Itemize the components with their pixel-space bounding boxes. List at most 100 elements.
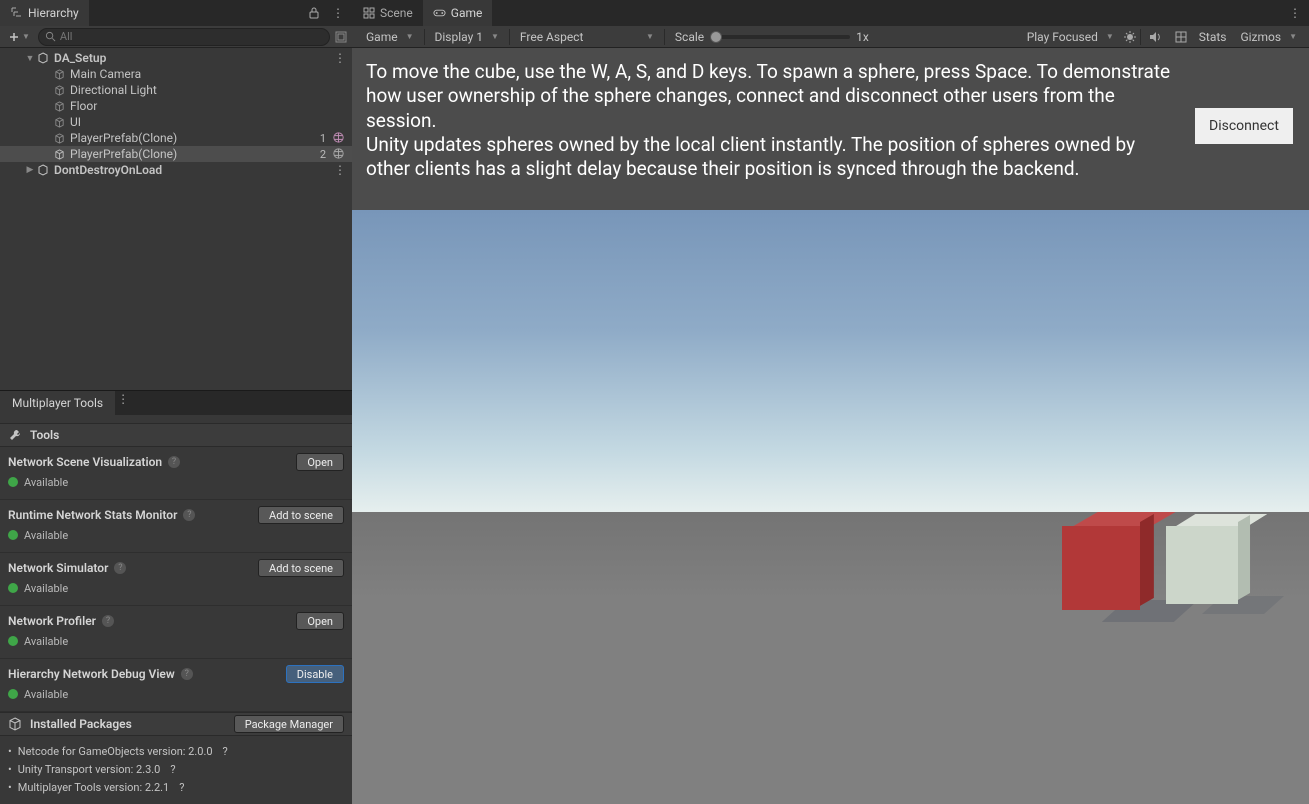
kebab-icon[interactable]: ⋮	[1287, 5, 1303, 21]
create-dropdown[interactable]: ▼	[4, 31, 34, 43]
hierarchy-item[interactable]: UI	[0, 114, 352, 130]
filter-icon[interactable]	[334, 30, 348, 44]
sky-background	[352, 210, 1309, 512]
tab-scene[interactable]: Scene	[352, 0, 423, 26]
audio-icon[interactable]	[1147, 29, 1163, 45]
scale-slider[interactable]	[710, 35, 850, 39]
kebab-icon[interactable]: ⋮	[115, 391, 131, 407]
gizmos-dropdown[interactable]: Gizmos▼	[1236, 27, 1299, 47]
tab-hierarchy[interactable]: Hierarchy	[0, 0, 89, 26]
help-icon[interactable]: ?	[102, 615, 114, 627]
cube-icon	[52, 83, 66, 97]
tool-status: Available	[24, 582, 68, 595]
instructions-text-1: To move the cube, use the W, A, S, and D…	[366, 60, 1173, 133]
kebab-icon[interactable]: ⋮	[334, 51, 346, 65]
status-dot-icon	[8, 583, 18, 593]
tool-action-button[interactable]: Disable	[286, 665, 344, 683]
tab-multiplayer-tools[interactable]: Multiplayer Tools	[0, 391, 115, 415]
help-icon[interactable]: ?	[170, 763, 175, 776]
scene-dontdestroy[interactable]: ▶ DontDestroyOnLoad ⋮	[0, 162, 352, 178]
unity-logo-icon	[36, 163, 50, 177]
hierarchy-item-prefab-selected[interactable]: PlayerPrefab(Clone) 2	[0, 146, 352, 162]
tool-name: Hierarchy Network Debug View	[8, 667, 175, 681]
hierarchy-item[interactable]: Directional Light	[0, 82, 352, 98]
package-item: Netcode for GameObjects version: 2.0.0?	[8, 742, 344, 760]
tool-status: Available	[24, 688, 68, 701]
scene-icon	[362, 7, 375, 20]
grid-icon[interactable]	[1173, 29, 1189, 45]
tool-name: Network Simulator	[8, 561, 108, 575]
scene-root[interactable]: ▼ DA_Setup ⋮	[0, 50, 352, 66]
tool-action-button[interactable]: Add to scene	[258, 559, 344, 577]
hierarchy-item[interactable]: Main Camera	[0, 66, 352, 82]
hierarchy-tree: ▼ DA_Setup ⋮ Main Camera Directional Lig…	[0, 48, 352, 390]
tool-status: Available	[24, 529, 68, 542]
tools-section-header: Tools	[0, 423, 352, 447]
tool-name: Network Profiler	[8, 614, 96, 628]
expand-arrow-icon[interactable]: ▼	[24, 53, 36, 64]
status-dot-icon	[8, 477, 18, 487]
gamepad-icon	[433, 7, 446, 20]
tool-status: Available	[24, 635, 68, 648]
multiplayer-tools-panel: Multiplayer Tools ⋮ Tools Network Scene …	[0, 390, 352, 804]
hierarchy-tab-bar: Hierarchy ⋮	[0, 0, 352, 26]
game-view[interactable]: To move the cube, use the W, A, S, and D…	[352, 48, 1309, 804]
tool-name: Network Scene Visualization	[8, 455, 162, 469]
mpt-tab-bar: Multiplayer Tools ⋮	[0, 391, 352, 415]
scene-game-tab-bar: Scene Game ⋮	[352, 0, 1309, 26]
packages-section-header: Installed Packages Package Manager	[0, 712, 352, 736]
status-dot-icon	[8, 689, 18, 699]
display-dropdown[interactable]: Display 1▼	[427, 27, 507, 47]
kebab-icon[interactable]: ⋮	[334, 163, 346, 177]
unity-logo-icon	[36, 51, 50, 65]
game-toolbar: Game▼ Display 1▼ Free Aspect▼ Scale 1x P…	[352, 26, 1309, 48]
package-manager-button[interactable]: Package Manager	[234, 715, 344, 733]
package-icon	[8, 717, 22, 731]
cube-icon	[52, 115, 66, 129]
tool-action-button[interactable]: Open	[296, 453, 344, 471]
package-item: Unity Transport version: 2.3.0?	[8, 760, 344, 778]
hierarchy-item[interactable]: Floor	[0, 98, 352, 114]
help-icon[interactable]: ?	[223, 745, 228, 758]
status-dot-icon	[8, 636, 18, 646]
network-icon	[332, 131, 346, 145]
hierarchy-search[interactable]	[38, 28, 330, 46]
player-cube-red	[1062, 526, 1144, 608]
game-mode-dropdown[interactable]: Game▼	[358, 27, 422, 47]
status-dot-icon	[8, 530, 18, 540]
help-icon[interactable]: ?	[183, 509, 195, 521]
kebab-icon[interactable]: ⋮	[330, 5, 346, 21]
player-cube-grey	[1166, 526, 1244, 604]
tool-action-button[interactable]: Add to scene	[258, 506, 344, 524]
wrench-icon	[8, 428, 22, 442]
hierarchy-toolbar: ▼	[0, 26, 352, 48]
cube-icon	[52, 147, 66, 161]
scale-control[interactable]: Scale 1x	[667, 30, 877, 44]
network-icon	[332, 147, 346, 161]
instruction-overlay: To move the cube, use the W, A, S, and D…	[352, 48, 1309, 210]
cube-icon	[52, 99, 66, 113]
tab-game[interactable]: Game	[423, 0, 493, 26]
aspect-dropdown[interactable]: Free Aspect▼	[512, 27, 662, 47]
help-icon[interactable]: ?	[114, 562, 126, 574]
tool-status: Available	[24, 476, 68, 489]
tab-hierarchy-label: Hierarchy	[28, 6, 79, 20]
lock-icon[interactable]	[306, 5, 322, 21]
help-icon[interactable]: ?	[181, 668, 193, 680]
disconnect-button[interactable]: Disconnect	[1195, 108, 1293, 144]
instructions-text-2: Unity updates spheres owned by the local…	[366, 133, 1173, 182]
cube-icon	[52, 131, 66, 145]
play-focused-dropdown[interactable]: Play Focused▼	[1019, 27, 1122, 47]
help-icon[interactable]: ?	[179, 781, 184, 794]
tool-action-button[interactable]: Open	[296, 612, 344, 630]
package-list: Netcode for GameObjects version: 2.0.0?U…	[0, 736, 352, 804]
lighting-icon[interactable]	[1122, 29, 1138, 45]
expand-arrow-icon[interactable]: ▶	[24, 165, 36, 175]
package-item: Multiplayer Tools version: 2.2.1?	[8, 778, 344, 796]
search-input[interactable]	[60, 30, 323, 43]
cube-icon	[52, 67, 66, 81]
hierarchy-item-prefab[interactable]: PlayerPrefab(Clone) 1	[0, 130, 352, 146]
stats-toggle[interactable]: Stats	[1199, 30, 1227, 44]
hierarchy-icon	[10, 7, 23, 20]
help-icon[interactable]: ?	[168, 456, 180, 468]
